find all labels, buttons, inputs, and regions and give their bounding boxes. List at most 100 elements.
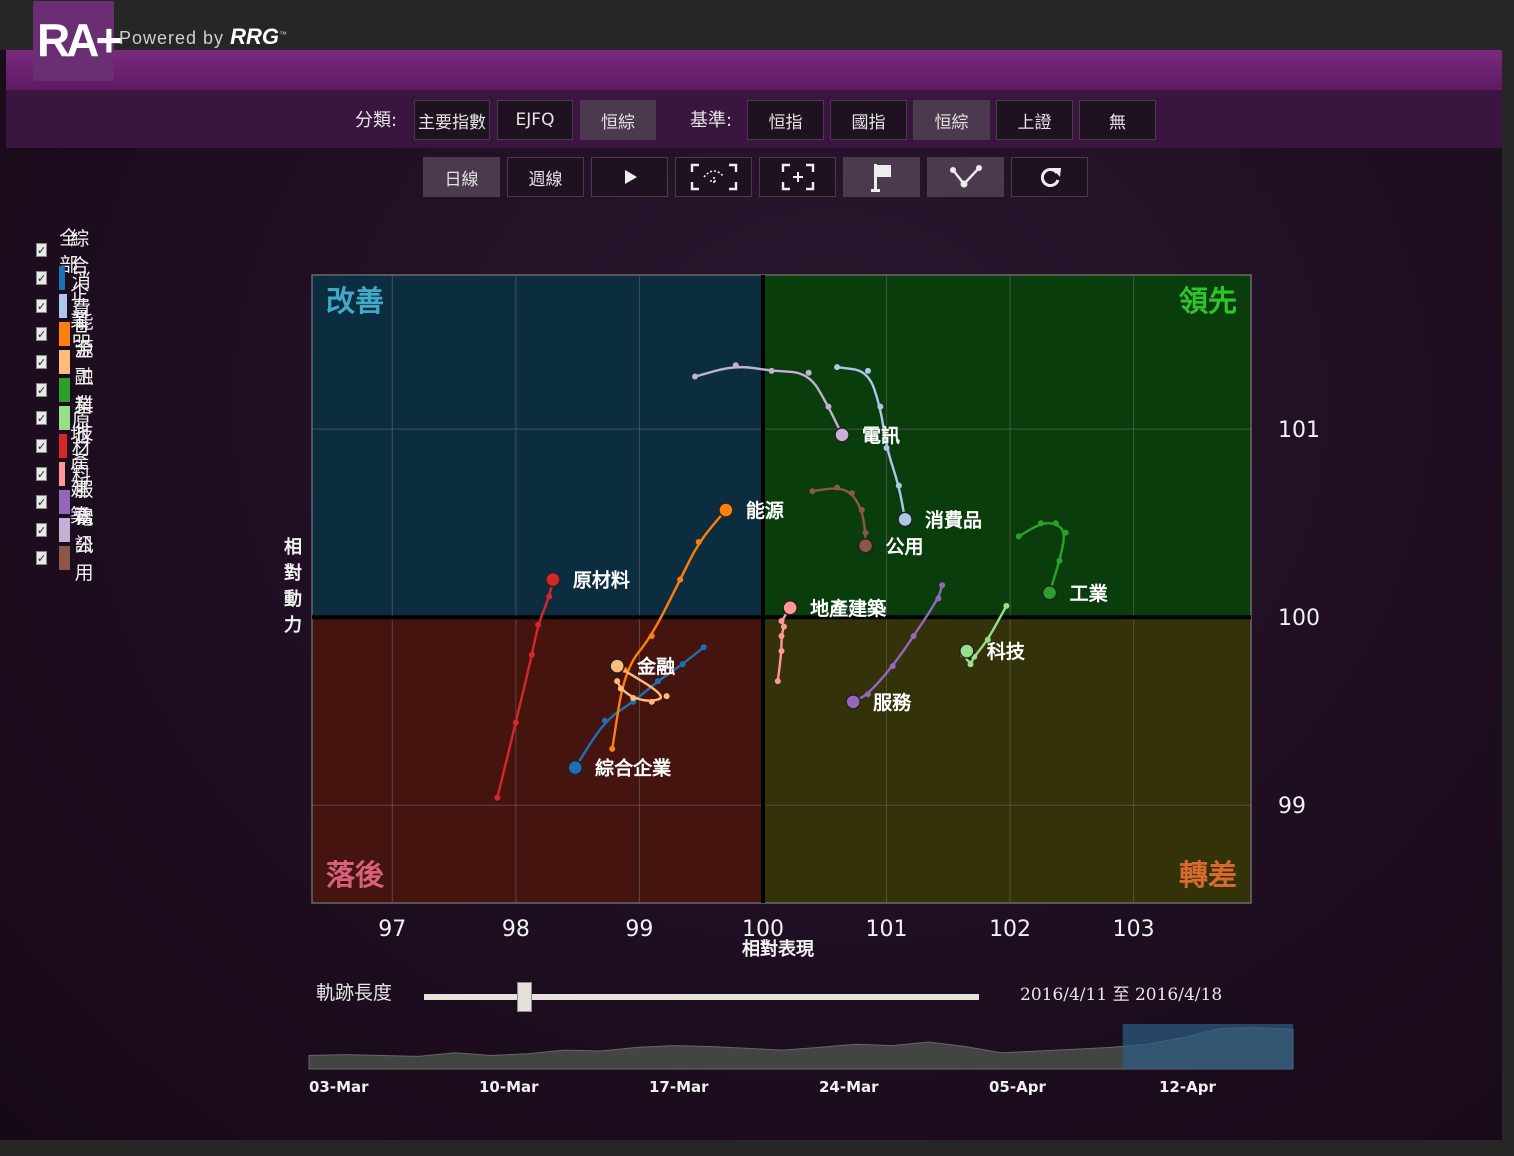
play-button[interactable] bbox=[591, 157, 668, 197]
legend-checkbox[interactable]: ✓ bbox=[36, 299, 48, 313]
legend-checkbox[interactable]: ✓ bbox=[36, 467, 48, 481]
powered-by-text: Powered by RRG™ bbox=[119, 24, 288, 50]
series-label: 地產建築 bbox=[810, 597, 887, 620]
flag-button[interactable] bbox=[843, 157, 920, 197]
zoom-fit-button[interactable] bbox=[759, 157, 836, 197]
rrg-chart[interactable]: 改善 領先落後 轉差97 98 99 100 101 102 10399100101綜合企業消費… bbox=[0, 0, 1514, 1156]
series-point bbox=[648, 698, 655, 705]
trail-length-slider-handle[interactable] bbox=[516, 982, 532, 1012]
tail-button[interactable] bbox=[927, 157, 1004, 197]
category-button-hscomposite[interactable]: 恒綜 bbox=[580, 100, 656, 140]
y-tick-label: 101 bbox=[1278, 418, 1320, 443]
legend-swatch bbox=[59, 490, 70, 514]
y-tick-label: 100 bbox=[1278, 606, 1320, 631]
legend-checkbox[interactable]: ✓ bbox=[36, 271, 48, 285]
legend-swatch bbox=[59, 518, 70, 542]
zoom-area-button[interactable] bbox=[675, 157, 752, 197]
legend-checkbox[interactable]: ✓ bbox=[36, 523, 48, 537]
timeline-date-label: 17-Mar bbox=[649, 1078, 709, 1096]
series-point bbox=[654, 678, 661, 685]
legend-checkbox[interactable]: ✓ bbox=[36, 551, 48, 565]
series-tail bbox=[836, 365, 907, 520]
legend-swatch bbox=[59, 378, 70, 402]
app-root: RA+ Powered by RRG™ 分類: 主要指數 EJFQ 恒綜 基準:… bbox=[0, 0, 1514, 1156]
legend-item[interactable]: ✓ 公用 bbox=[36, 535, 101, 584]
y-axis-label: 相對動力 bbox=[282, 535, 304, 639]
legend-swatch bbox=[59, 350, 70, 374]
x-tick-label: 98 bbox=[502, 917, 530, 942]
legend-checkbox[interactable]: ✓ bbox=[36, 411, 48, 425]
benchmark-button-none[interactable]: 無 bbox=[1079, 100, 1156, 140]
series-tail bbox=[963, 605, 1008, 664]
series-label: 電訊 bbox=[862, 424, 900, 447]
series-head bbox=[834, 427, 850, 443]
checkbox-all[interactable]: ✓ bbox=[36, 243, 48, 257]
timeline-area bbox=[308, 1027, 1294, 1070]
series-point bbox=[663, 693, 670, 700]
benchmark-button-hscomposite[interactable]: 恒綜 bbox=[913, 100, 990, 140]
x-tick-label: 97 bbox=[378, 917, 406, 942]
series-point bbox=[774, 678, 781, 685]
quadrant-label: 轉差 bbox=[1179, 858, 1237, 892]
refresh-button[interactable] bbox=[1011, 157, 1088, 197]
series-point bbox=[984, 636, 991, 643]
series-point bbox=[630, 695, 637, 702]
series-point bbox=[960, 651, 967, 658]
series-point bbox=[780, 623, 787, 630]
series-tail bbox=[1018, 521, 1065, 594]
series-tail bbox=[574, 646, 705, 769]
series-tail bbox=[496, 579, 555, 798]
series-point bbox=[1052, 520, 1059, 527]
legend-checkbox[interactable]: ✓ bbox=[36, 495, 48, 509]
series-label: 公用 bbox=[886, 536, 924, 558]
series-point bbox=[939, 582, 946, 589]
powered-by-label: Powered by bbox=[119, 28, 225, 48]
series-point bbox=[778, 633, 785, 640]
legend-checkbox[interactable]: ✓ bbox=[36, 383, 48, 397]
timeline-date-label: 24-Mar bbox=[819, 1078, 879, 1096]
trail-length-slider[interactable] bbox=[424, 994, 979, 1000]
legend-swatch bbox=[59, 294, 67, 318]
timeline-date-label: 10-Mar bbox=[479, 1078, 539, 1096]
quadrant-top-left bbox=[312, 275, 763, 618]
series-point bbox=[889, 663, 896, 670]
bottom-bar bbox=[0, 1140, 1514, 1156]
category-button-main-index[interactable]: 主要指數 bbox=[414, 100, 490, 140]
series-point bbox=[768, 367, 775, 374]
benchmark-label: 基準: bbox=[690, 110, 733, 131]
logo-text: RA+ bbox=[37, 14, 122, 66]
series-point bbox=[692, 373, 699, 380]
period-button-daily[interactable]: 日線 bbox=[423, 157, 500, 197]
benchmark-button-shanghai[interactable]: 上證 bbox=[996, 100, 1073, 140]
series-tail bbox=[611, 509, 727, 750]
quadrant-bottom-right bbox=[762, 617, 1251, 903]
legend-swatch bbox=[59, 266, 66, 290]
legend-checkbox[interactable]: ✓ bbox=[36, 439, 48, 453]
series-point bbox=[609, 745, 616, 752]
series-point bbox=[967, 661, 974, 668]
series-point bbox=[971, 653, 978, 660]
series-point bbox=[805, 369, 812, 376]
timeline-navigator[interactable]: 03-Mar 10-Mar 17-Mar 24-Mar 05-Apr 12-Apr bbox=[0, 0, 1514, 1156]
benchmark-button-hscei[interactable]: 國指 bbox=[830, 100, 907, 140]
category-button-ejfq[interactable]: EJFQ bbox=[497, 100, 573, 140]
header-bar bbox=[6, 50, 1502, 90]
series-tail bbox=[694, 365, 844, 436]
quadrant-label: 改善 bbox=[326, 284, 384, 318]
series-point bbox=[546, 593, 553, 600]
period-button-weekly[interactable]: 週線 bbox=[507, 157, 584, 197]
y-axis-label-char: 對 bbox=[284, 563, 302, 584]
series-label: 工業 bbox=[1070, 582, 1109, 605]
legend-checkbox[interactable]: ✓ bbox=[36, 355, 48, 369]
y-axis-label-char: 力 bbox=[284, 615, 302, 636]
legend-checkbox[interactable]: ✓ bbox=[36, 327, 48, 341]
quadrant-bottom-left bbox=[312, 617, 763, 903]
play-icon bbox=[624, 170, 637, 184]
ra-plus-logo[interactable]: RA+ bbox=[33, 1, 122, 81]
series-point bbox=[630, 698, 637, 705]
series-head bbox=[718, 502, 734, 518]
timeline-date-label: 05-Apr bbox=[989, 1078, 1046, 1096]
series-point bbox=[910, 633, 917, 640]
benchmark-button-hsi[interactable]: 恒指 bbox=[747, 100, 824, 140]
series-point bbox=[700, 644, 707, 651]
